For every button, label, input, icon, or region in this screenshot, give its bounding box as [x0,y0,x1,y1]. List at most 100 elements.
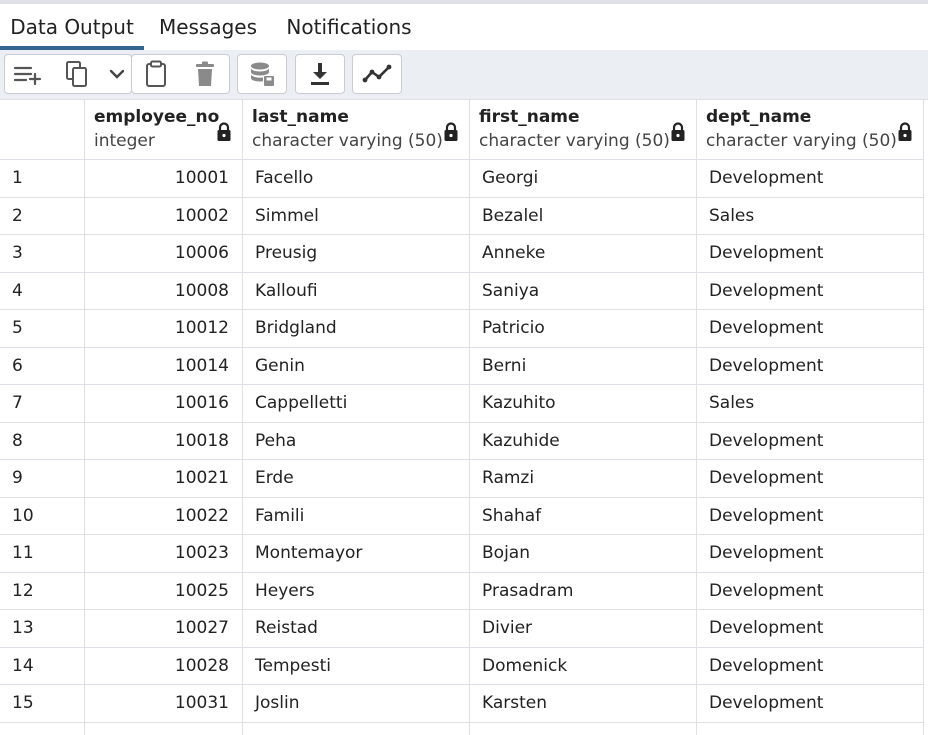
grid-cell-first-name[interactable]: Karsten [470,685,697,723]
grid-cell-dept-name[interactable]: Development [697,685,924,723]
row-number-cell[interactable]: 2 [0,197,85,235]
grid-cell-employee-no[interactable] [85,722,243,735]
grid-cell-employee-no[interactable]: 10012 [85,310,243,348]
grid-cell-first-name[interactable]: Patricio [470,310,697,348]
grid-cell-last-name[interactable]: Tempesti [243,647,470,685]
download-button[interactable] [295,54,345,94]
grid-cell-last-name[interactable]: Cappelletti [243,385,470,423]
grid-cell-first-name[interactable]: Kazuhide [470,422,697,460]
column-header-last-name[interactable]: last_name character varying (50) [243,100,470,160]
grid-cell-first-name[interactable]: Berni [470,347,697,385]
grid-cell-first-name[interactable]: Kazuhito [470,385,697,423]
row-number-header[interactable] [0,100,85,160]
grid-cell-employee-no[interactable]: 10002 [85,197,243,235]
row-number-cell[interactable]: 11 [0,535,85,573]
grid-cell-last-name[interactable]: Kalloufi [243,272,470,310]
grid-cell-dept-name[interactable]: Development [697,460,924,498]
grid-cell-employee-no[interactable]: 10031 [85,685,243,723]
grid-cell-first-name[interactable]: Prasadram [470,572,697,610]
tab-messages[interactable]: Messages [148,4,268,50]
row-number-cell[interactable]: 14 [0,647,85,685]
table-row[interactable] [0,722,928,735]
grid-cell-last-name[interactable]: Erde [243,460,470,498]
row-number-cell[interactable]: 13 [0,610,85,648]
grid-cell-first-name[interactable]: Saniya [470,272,697,310]
grid-cell-last-name[interactable]: Preusig [243,235,470,273]
save-data-button[interactable] [237,54,287,94]
column-header-dept-name[interactable]: dept_name character varying (50) [697,100,924,160]
delete-button[interactable] [180,54,230,94]
row-number-cell[interactable]: 7 [0,385,85,423]
grid-cell-last-name[interactable]: Facello [243,160,470,198]
grid-cell-dept-name[interactable]: Development [697,572,924,610]
row-number-cell[interactable]: 15 [0,685,85,723]
table-row[interactable]: 2 10002 Simmel Bezalel Sales [0,197,928,235]
row-number-cell[interactable]: 10 [0,497,85,535]
row-number-cell[interactable]: 6 [0,347,85,385]
column-header-first-name[interactable]: first_name character varying (50) [470,100,697,160]
grid-cell-dept-name[interactable]: Development [697,272,924,310]
row-number-cell[interactable]: 12 [0,572,85,610]
grid-cell-last-name[interactable]: Simmel [243,197,470,235]
grid-cell-first-name[interactable]: Georgi [470,160,697,198]
table-row[interactable]: 7 10016 Cappelletti Kazuhito Sales [0,385,928,423]
grid-cell-last-name[interactable]: Bridgland [243,310,470,348]
grid-cell-employee-no[interactable]: 10028 [85,647,243,685]
table-row[interactable]: 3 10006 Preusig Anneke Development [0,235,928,273]
grid-cell-first-name[interactable]: Bojan [470,535,697,573]
grid-cell-dept-name[interactable]: Development [697,535,924,573]
grid-cell-dept-name[interactable]: Development [697,310,924,348]
table-row[interactable]: 8 10018 Peha Kazuhide Development [0,422,928,460]
grid-cell-last-name[interactable] [243,722,470,735]
table-row[interactable]: 9 10021 Erde Ramzi Development [0,460,928,498]
grid-cell-first-name[interactable]: Anneke [470,235,697,273]
grid-cell-first-name[interactable]: Domenick [470,647,697,685]
grid-cell-employee-no[interactable]: 10021 [85,460,243,498]
grid-cell-last-name[interactable]: Joslin [243,685,470,723]
row-number-cell[interactable]: 8 [0,422,85,460]
paste-button[interactable] [131,54,181,94]
table-row[interactable]: 12 10025 Heyers Prasadram Development [0,572,928,610]
tab-notifications[interactable]: Notifications [276,4,422,50]
grid-cell-dept-name[interactable]: Development [697,160,924,198]
copy-options-dropdown[interactable] [102,54,132,94]
graph-visualiser-button[interactable] [352,54,402,94]
grid-cell-first-name[interactable]: Shahaf [470,497,697,535]
table-row[interactable]: 14 10028 Tempesti Domenick Development [0,647,928,685]
table-row[interactable]: 5 10012 Bridgland Patricio Development [0,310,928,348]
grid-cell-employee-no[interactable]: 10027 [85,610,243,648]
table-row[interactable]: 1 10001 Facello Georgi Development [0,160,928,198]
row-number-cell[interactable]: 4 [0,272,85,310]
table-row[interactable]: 10 10022 Famili Shahaf Development [0,497,928,535]
row-number-cell[interactable]: 5 [0,310,85,348]
table-row[interactable]: 6 10014 Genin Berni Development [0,347,928,385]
grid-cell-last-name[interactable]: Montemayor [243,535,470,573]
table-row[interactable]: 13 10027 Reistad Divier Development [0,610,928,648]
grid-cell-first-name[interactable]: Divier [470,610,697,648]
row-number-cell[interactable] [0,722,85,735]
grid-cell-dept-name[interactable]: Sales [697,385,924,423]
table-row[interactable]: 4 10008 Kalloufi Saniya Development [0,272,928,310]
grid-cell-dept-name[interactable]: Development [697,347,924,385]
grid-cell-last-name[interactable]: Peha [243,422,470,460]
grid-cell-employee-no[interactable]: 10022 [85,497,243,535]
grid-cell-last-name[interactable]: Reistad [243,610,470,648]
table-row[interactable]: 11 10023 Montemayor Bojan Development [0,535,928,573]
grid-cell-last-name[interactable]: Genin [243,347,470,385]
row-number-cell[interactable]: 9 [0,460,85,498]
grid-cell-dept-name[interactable]: Sales [697,197,924,235]
grid-cell-employee-no[interactable]: 10014 [85,347,243,385]
grid-cell-employee-no[interactable]: 10025 [85,572,243,610]
table-row[interactable]: 15 10031 Joslin Karsten Development [0,685,928,723]
grid-cell-dept-name[interactable] [697,722,924,735]
copy-button[interactable] [51,54,103,94]
grid-cell-first-name[interactable] [470,722,697,735]
column-header-employee-no[interactable]: employee_no integer [85,100,243,160]
grid-cell-employee-no[interactable]: 10008 [85,272,243,310]
grid-cell-dept-name[interactable]: Development [697,647,924,685]
grid-cell-employee-no[interactable]: 10001 [85,160,243,198]
grid-cell-last-name[interactable]: Heyers [243,572,470,610]
grid-cell-first-name[interactable]: Bezalel [470,197,697,235]
grid-cell-dept-name[interactable]: Development [697,610,924,648]
add-row-button[interactable] [4,54,52,94]
